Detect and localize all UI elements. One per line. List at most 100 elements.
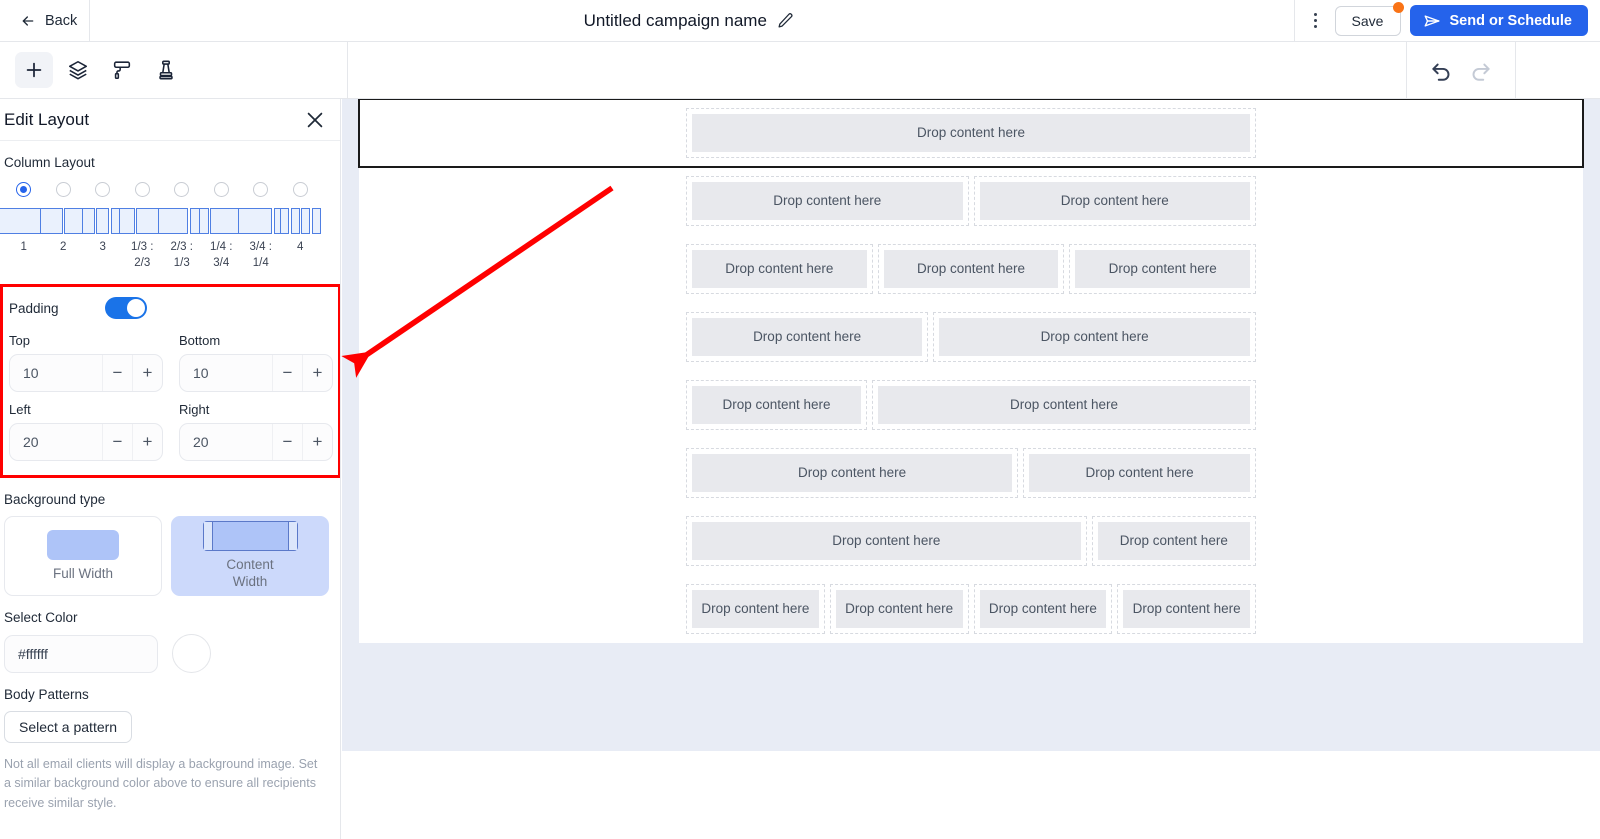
padding-left-increment[interactable]: + bbox=[132, 424, 162, 461]
dropzone[interactable]: Drop content here bbox=[835, 590, 963, 628]
row-column[interactable]: Drop content here bbox=[686, 516, 1087, 566]
row-column[interactable]: Drop content here bbox=[1023, 448, 1256, 498]
column-layout-option-8[interactable]: 4 bbox=[280, 182, 321, 271]
dropzone[interactable]: Drop content here bbox=[692, 454, 1013, 492]
row-column[interactable]: Drop content here bbox=[686, 244, 873, 294]
padding-bottom-stepper[interactable]: 10− + bbox=[179, 354, 333, 393]
redo-button[interactable] bbox=[1467, 57, 1493, 83]
background-type-full-width[interactable]: Full Width bbox=[4, 516, 162, 597]
pencil-icon[interactable] bbox=[777, 12, 794, 29]
row-column[interactable]: Drop content here bbox=[973, 584, 1113, 634]
column-layout-radio[interactable] bbox=[55, 182, 71, 197]
row-column[interactable]: Drop content here bbox=[872, 380, 1256, 430]
column-layout-radio[interactable] bbox=[16, 182, 32, 197]
column-layout-option-3[interactable]: 3 bbox=[81, 182, 124, 271]
paint-roller-button[interactable] bbox=[103, 52, 141, 88]
undo-button[interactable] bbox=[1429, 57, 1455, 83]
dropzone[interactable]: Drop content here bbox=[979, 182, 1250, 220]
row-column[interactable]: Drop content here bbox=[686, 448, 1019, 498]
padding-toggle[interactable] bbox=[104, 297, 147, 320]
dropzone[interactable]: Drop content here bbox=[1123, 590, 1250, 628]
dropzone[interactable]: Drop content here bbox=[692, 318, 923, 356]
email-canvas[interactable]: Drop content here Drop content here Drop c… bbox=[342, 99, 1600, 839]
canvas-row-body[interactable]: Drop content here Drop content here bbox=[359, 371, 1583, 439]
more-options-button[interactable] bbox=[1301, 6, 1331, 36]
row-column[interactable]: Drop content here bbox=[686, 176, 969, 226]
row-column[interactable]: Drop content here bbox=[829, 584, 969, 634]
row-column[interactable]: Drop content here bbox=[686, 312, 929, 362]
column-layout-option-4[interactable]: 1/3 : 2/3 bbox=[118, 182, 166, 271]
canvas-row[interactable]: Drop content here Drop content here bbox=[342, 507, 1600, 575]
column-layout-radio[interactable] bbox=[134, 182, 150, 197]
column-layout-radio[interactable] bbox=[292, 182, 308, 197]
stamp-button[interactable] bbox=[147, 52, 185, 88]
canvas-row[interactable]: Drop content here bbox=[342, 99, 1600, 168]
row-column[interactable]: Drop content here bbox=[1069, 244, 1257, 294]
canvas-row-body[interactable]: Drop content here Drop content here Drop c… bbox=[359, 575, 1583, 643]
column-layout-option-7[interactable]: 3/4 : 1/4 bbox=[238, 182, 284, 271]
column-layout-option-1[interactable]: 1 bbox=[0, 182, 51, 271]
select-pattern-button[interactable]: Select a pattern bbox=[4, 711, 133, 744]
row-column[interactable]: Drop content here bbox=[973, 176, 1256, 226]
canvas-row-selected[interactable]: Drop content here bbox=[358, 99, 1584, 168]
canvas-row[interactable]: Drop content here Drop content here Drop c… bbox=[342, 235, 1600, 303]
padding-left-input[interactable]: 20 bbox=[10, 434, 102, 450]
padding-top-stepper[interactable]: 10− + bbox=[9, 354, 163, 393]
column-layout-option-2[interactable]: 2 bbox=[39, 182, 87, 271]
dropzone[interactable]: Drop content here bbox=[1097, 522, 1250, 560]
dropzone[interactable]: Drop content here bbox=[692, 250, 867, 288]
column-layout-radio[interactable] bbox=[95, 182, 111, 197]
canvas-row-body[interactable]: Drop content here Drop content here bbox=[359, 439, 1583, 507]
canvas-row[interactable]: Drop content here Drop content here bbox=[342, 303, 1600, 371]
padding-right-input[interactable]: 20 bbox=[180, 434, 272, 450]
column-layout-radio[interactable] bbox=[213, 182, 229, 197]
canvas-row-body[interactable]: Drop content here Drop content here bbox=[359, 507, 1583, 575]
column-layout-option-5[interactable]: 2/3 : 1/3 bbox=[158, 182, 206, 271]
canvas-row[interactable]: Drop content here Drop content here bbox=[342, 167, 1600, 235]
back-button[interactable]: Back bbox=[0, 0, 90, 42]
color-hex-input[interactable]: #ffffff bbox=[4, 634, 158, 673]
dropzone[interactable]: Drop content here bbox=[878, 386, 1250, 424]
canvas-row[interactable]: Drop content here Drop content here bbox=[342, 371, 1600, 439]
column-layout-radio[interactable] bbox=[174, 182, 190, 197]
dropzone[interactable]: Drop content here bbox=[692, 590, 819, 628]
row-column[interactable]: Drop content here bbox=[686, 584, 825, 634]
row-column[interactable]: Drop content here bbox=[1091, 516, 1256, 566]
send-or-schedule-button[interactable]: Send or Schedule bbox=[1409, 5, 1588, 36]
padding-right-stepper[interactable]: 20− + bbox=[179, 423, 333, 462]
dropzone[interactable]: Drop content here bbox=[692, 182, 963, 220]
padding-bottom-decrement[interactable]: − bbox=[272, 355, 302, 392]
canvas-row[interactable]: Drop content here Drop content here bbox=[342, 439, 1600, 507]
dropzone[interactable]: Drop content here bbox=[939, 318, 1250, 356]
padding-bottom-increment[interactable]: + bbox=[302, 355, 332, 392]
padding-left-stepper[interactable]: 20− + bbox=[9, 423, 163, 462]
dropzone[interactable]: Drop content here bbox=[883, 250, 1059, 288]
padding-top-decrement[interactable]: − bbox=[102, 355, 132, 392]
row-column[interactable]: Drop content here bbox=[933, 312, 1256, 362]
dropzone[interactable]: Drop content here bbox=[1029, 454, 1250, 492]
dropzone[interactable]: Drop content here bbox=[692, 114, 1250, 152]
dropzone[interactable]: Drop content here bbox=[1075, 250, 1251, 288]
add-content-button[interactable] bbox=[15, 52, 53, 88]
canvas-row[interactable]: Drop content here Drop content here Drop c… bbox=[342, 575, 1600, 643]
color-swatch-button[interactable] bbox=[172, 634, 211, 674]
column-layout-radio[interactable] bbox=[253, 182, 269, 197]
dropzone[interactable]: Drop content here bbox=[979, 590, 1107, 628]
close-icon[interactable] bbox=[304, 109, 326, 131]
layers-button[interactable] bbox=[59, 52, 97, 88]
row-column[interactable]: Drop content here bbox=[686, 108, 1256, 158]
padding-right-increment[interactable]: + bbox=[302, 424, 332, 461]
padding-top-input[interactable]: 10 bbox=[10, 365, 102, 381]
canvas-row-body[interactable]: Drop content here Drop content here bbox=[359, 303, 1583, 371]
canvas-row-body[interactable]: Drop content here Drop content here Drop c… bbox=[359, 235, 1583, 303]
dropzone[interactable]: Drop content here bbox=[692, 386, 862, 424]
row-column[interactable]: Drop content here bbox=[686, 380, 868, 430]
padding-left-decrement[interactable]: − bbox=[102, 424, 132, 461]
dropzone[interactable]: Drop content here bbox=[692, 522, 1081, 560]
padding-bottom-input[interactable]: 10 bbox=[180, 365, 272, 381]
save-button[interactable]: Save bbox=[1334, 1, 1404, 36]
background-type-content-width[interactable]: Content Width bbox=[171, 516, 329, 597]
row-column[interactable]: Drop content here bbox=[877, 244, 1065, 294]
row-column[interactable]: Drop content here bbox=[1117, 584, 1256, 634]
padding-right-decrement[interactable]: − bbox=[272, 424, 302, 461]
